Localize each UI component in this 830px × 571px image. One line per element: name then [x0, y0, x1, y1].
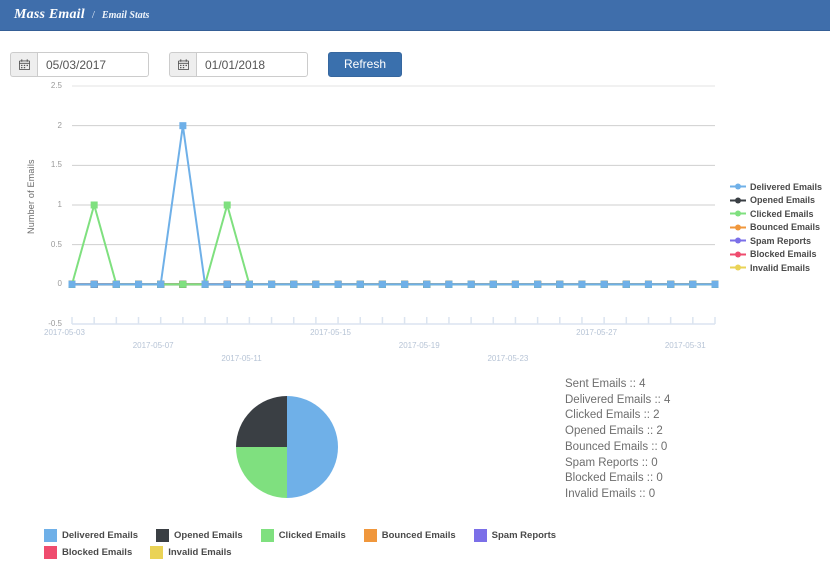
- calendar-icon[interactable]: [10, 52, 37, 77]
- legend-marker-icon: [730, 210, 746, 217]
- legend-marker-icon: [730, 197, 746, 204]
- x-axis-tick: 2017-05-31: [664, 341, 706, 350]
- legend-item-label: Invalid Emails: [168, 547, 232, 558]
- line-chart-plot: [68, 85, 719, 325]
- legend-item-label: Blocked Emails: [62, 547, 133, 558]
- pie-chart-graphic[interactable]: [236, 396, 338, 498]
- breadcrumb-current: Email Stats: [101, 9, 150, 21]
- legend-item[interactable]: Delivered Emails: [730, 180, 822, 194]
- stat-line: Invalid Emails :: 0: [565, 487, 656, 500]
- legend-item[interactable]: Spam Reports: [473, 527, 557, 544]
- legend-item-label: Blocked Emails: [750, 249, 817, 260]
- filter-toolbar: Refresh: [10, 52, 403, 77]
- legend-item-label: Opened Emails: [174, 530, 243, 541]
- end-date-input[interactable]: [196, 52, 308, 77]
- x-axis-tick: 2017-05-27: [576, 328, 618, 337]
- app-brand[interactable]: Mass Email: [14, 7, 85, 23]
- refresh-button[interactable]: Refresh: [328, 52, 403, 77]
- x-axis-tick: 2017-05-11: [221, 354, 262, 363]
- legend-item[interactable]: Spam Reports: [730, 234, 822, 248]
- legend-item-label: Bounced Emails: [750, 222, 821, 233]
- legend-item[interactable]: Bounced Emails: [363, 527, 456, 544]
- breadcrumb-separator: /: [91, 9, 95, 21]
- legend-item-label: Spam Reports: [491, 530, 557, 541]
- legend-item-label: Clicked Emails: [278, 530, 346, 541]
- legend-swatch: [260, 529, 274, 542]
- legend-marker-icon: [730, 251, 746, 258]
- line-chart-legend: Delivered Emails Opened Emails Clicked Ema…: [730, 180, 822, 275]
- legend-item[interactable]: Opened Emails: [730, 194, 822, 208]
- end-date-group: [169, 52, 308, 77]
- legend-item-label: Opened Emails: [750, 195, 816, 206]
- legend-item[interactable]: Clicked Emails: [730, 207, 822, 221]
- x-axis-tick: 2017-05-07: [132, 341, 174, 350]
- start-date-group: [10, 52, 149, 77]
- legend-swatch: [156, 529, 170, 542]
- app-header: Mass Email / Email Stats: [0, 0, 830, 31]
- legend-marker-icon: [730, 264, 746, 271]
- legend-item[interactable]: Clicked Emails: [260, 527, 346, 544]
- legend-marker-icon: [730, 237, 746, 244]
- stat-line: Bounced Emails :: 0: [565, 440, 668, 453]
- legend-swatch: [44, 529, 57, 542]
- x-axis-tick: 2017-05-19: [398, 341, 440, 350]
- legend-item-label: Delivered Emails: [62, 530, 139, 541]
- stats-summary: Sent Emails :: 4Delivered Emails :: 4Cli…: [565, 377, 670, 503]
- legend-item[interactable]: Delivered Emails: [44, 527, 138, 544]
- stat-line: Sent Emails :: 4: [565, 378, 646, 390]
- legend-item-label: Bounced Emails: [381, 530, 456, 541]
- line-chart: Number of Emails 2.5 2 1.5 1 0.5 0 -0.5 2017-0…: [0, 76, 830, 366]
- legend-item[interactable]: Invalid Emails: [730, 261, 822, 275]
- legend-marker-icon: [730, 224, 746, 231]
- start-date-input[interactable]: [37, 52, 149, 77]
- x-axis-tick: 2017-05-15: [310, 328, 351, 337]
- legend-swatch: [150, 546, 164, 559]
- x-axis-tick: 2017-05-03: [44, 328, 85, 337]
- stat-line: Spam Reports :: 0: [565, 456, 658, 469]
- legend-item[interactable]: Opened Emails: [156, 527, 243, 544]
- legend-item-label: Clicked Emails: [750, 208, 814, 219]
- pie-chart-legend: Delivered Emails Opened Emails Clicked Ema…: [44, 527, 644, 561]
- legend-item[interactable]: Blocked Emails: [730, 248, 822, 262]
- stat-line: Clicked Emails :: 2: [565, 409, 660, 422]
- legend-item[interactable]: Blocked Emails: [44, 544, 132, 561]
- legend-item-label: Delivered Emails: [750, 181, 823, 192]
- calendar-icon[interactable]: [169, 52, 196, 77]
- legend-item-label: Invalid Emails: [750, 262, 811, 273]
- stat-line: Blocked Emails :: 0: [565, 472, 663, 485]
- stat-line: Opened Emails :: 2: [565, 425, 663, 438]
- legend-swatch: [363, 529, 377, 542]
- legend-swatch: [44, 546, 57, 559]
- x-axis-tick: 2017-05-23: [487, 354, 529, 363]
- stat-line: Delivered Emails :: 4: [565, 393, 671, 406]
- legend-item[interactable]: Invalid Emails: [150, 544, 232, 561]
- legend-item-label: Spam Reports: [750, 235, 812, 246]
- legend-marker-icon: [730, 183, 746, 190]
- pie-chart: [236, 396, 338, 498]
- legend-item[interactable]: Bounced Emails: [730, 221, 822, 235]
- legend-swatch: [473, 529, 487, 542]
